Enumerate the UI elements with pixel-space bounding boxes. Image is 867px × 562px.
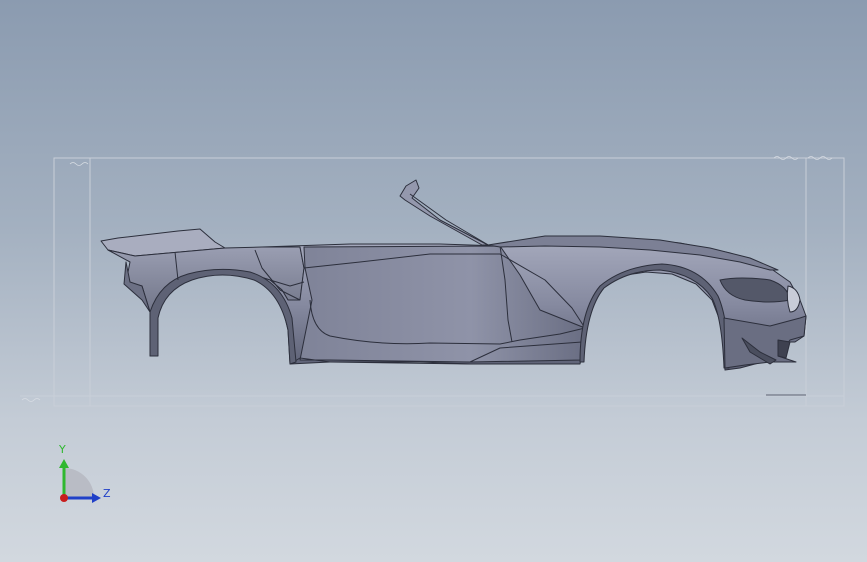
y-axis-label: Y [59, 443, 66, 456]
windshield-pillar [409, 193, 491, 247]
triad-origin [60, 494, 68, 502]
windshield-frame [399, 179, 489, 246]
z-axis-label: Z [103, 487, 111, 500]
front-intake [777, 339, 791, 359]
axis-triad[interactable]: Y Z [40, 438, 130, 518]
triad-graphic [59, 459, 101, 503]
graphics-viewport[interactable]: Y Z [0, 0, 867, 562]
rear-quarter [107, 246, 305, 313]
car-body[interactable] [100, 179, 807, 371]
y-axis-arrow [59, 459, 69, 468]
model-view[interactable] [0, 0, 867, 562]
z-axis-arrow [92, 493, 101, 503]
triad-quadrant [64, 468, 94, 498]
